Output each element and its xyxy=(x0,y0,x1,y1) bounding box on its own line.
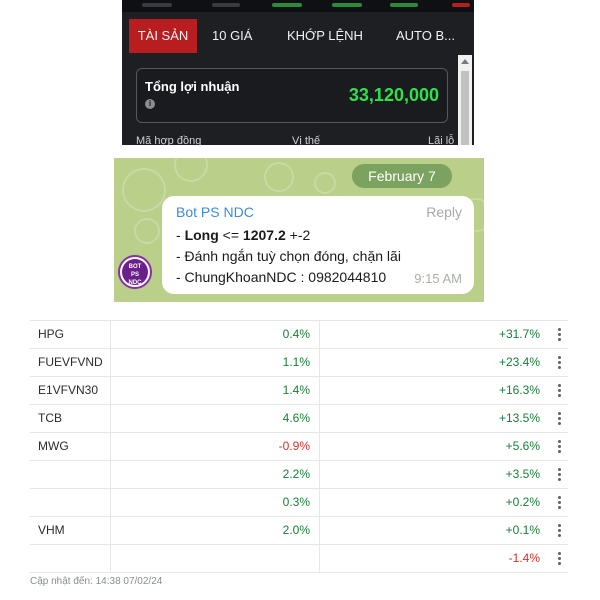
more-options-icon[interactable] xyxy=(558,412,562,426)
day-change: -0.9% xyxy=(278,439,310,453)
table-row[interactable]: TCB 4.6% +13.5% xyxy=(30,405,568,433)
info-icon[interactable]: i xyxy=(145,99,155,109)
total-change: +0.1% xyxy=(505,523,540,537)
avatar-logo: BOT PS NDC xyxy=(122,259,148,286)
scrollbar[interactable] xyxy=(458,55,472,145)
column-divider xyxy=(110,517,111,544)
more-options-icon[interactable] xyxy=(558,552,562,566)
table-row[interactable]: HPG 0.4% +31.7% xyxy=(30,320,568,349)
more-options-icon[interactable] xyxy=(558,496,562,510)
stock-symbol[interactable]: E1VFVN30 xyxy=(38,377,98,404)
more-options-icon[interactable] xyxy=(558,440,562,454)
total-change: +3.5% xyxy=(505,467,540,481)
date-separator: February 7 xyxy=(352,164,452,188)
tab-auto[interactable]: AUTO B... xyxy=(396,19,455,53)
last-updated-text: Cập nhật đến: 14:38 07/02/24 xyxy=(30,576,163,587)
day-change: 1.4% xyxy=(282,383,310,397)
more-options-icon[interactable] xyxy=(558,384,562,398)
column-divider xyxy=(110,433,111,460)
column-divider xyxy=(319,321,320,348)
message-line-contact: - ChungKhoanNDC : 0982044810 xyxy=(176,269,387,285)
column-divider xyxy=(110,349,111,376)
more-options-icon[interactable] xyxy=(558,356,562,370)
column-divider xyxy=(319,405,320,432)
column-divider xyxy=(110,405,111,432)
message-line-signal: - Long <= 1207.2 +-2 xyxy=(176,227,311,243)
column-divider xyxy=(319,517,320,544)
tab-bar: TÀI SẢN 10 GIÁ KHỚP LỆNH AUTO B... xyxy=(122,19,474,53)
tab-tai-san[interactable]: TÀI SẢN xyxy=(129,19,197,53)
day-change: 2.0% xyxy=(282,523,310,537)
more-options-icon[interactable] xyxy=(558,468,562,482)
top-status-strip xyxy=(122,0,474,12)
total-change: +13.5% xyxy=(498,411,540,425)
message-line-advice: - Đánh ngắn tuỳ chọn đóng, chặn lãi xyxy=(176,248,401,264)
message-time: 9:15 AM xyxy=(414,271,462,286)
day-change: 4.6% xyxy=(282,411,310,425)
total-change: +23.4% xyxy=(498,355,540,369)
more-options-icon[interactable] xyxy=(558,328,562,342)
bot-avatar[interactable]: BOT PS NDC xyxy=(118,255,152,289)
day-change: 0.4% xyxy=(282,327,310,341)
total-profit-label: Tổng lợi nhuận xyxy=(145,79,240,94)
background-doodle xyxy=(264,162,294,192)
table-row[interactable]: 0.3% +0.2% xyxy=(30,489,568,517)
column-divider xyxy=(110,321,111,348)
table-row[interactable]: VHM 2.0% +0.1% xyxy=(30,517,568,545)
column-divider xyxy=(319,461,320,488)
column-divider xyxy=(319,545,320,572)
table-row[interactable]: 2.2% +3.5% xyxy=(30,461,568,489)
stock-symbol[interactable]: VHM xyxy=(38,517,65,544)
message-sender[interactable]: Bot PS NDC xyxy=(176,204,254,220)
total-change: +31.7% xyxy=(498,327,540,341)
background-doodle xyxy=(122,168,166,212)
day-change: 0.3% xyxy=(282,495,310,509)
tab-khop-lenh[interactable]: KHỚP LỆNH xyxy=(287,19,363,53)
total-change: -1.4% xyxy=(508,551,540,565)
stock-symbol[interactable]: TCB xyxy=(38,405,62,432)
table-row[interactable]: MWG -0.9% +5.6% xyxy=(30,433,568,461)
total-profit-value: 33,120,000 xyxy=(348,85,439,105)
column-divider xyxy=(319,489,320,516)
column-divider xyxy=(110,489,111,516)
watchlist-table: HPG 0.4% +31.7% FUEVFVND 1.1% +23.4% E1VFVN30 1… xyxy=(30,320,568,573)
column-divider xyxy=(110,377,111,404)
total-profit-card: Tổng lợi nhuận i 33,120,000 xyxy=(136,68,448,123)
total-change: +5.6% xyxy=(505,439,540,453)
column-divider xyxy=(319,349,320,376)
table-row[interactable]: FUEVFVND 1.1% +23.4% xyxy=(30,349,568,377)
column-header-position: Vị thế xyxy=(292,135,321,145)
total-change: +16.3% xyxy=(498,383,540,397)
chat-panel: February 7 BOT PS NDC Bot PS NDC Reply - L… xyxy=(114,158,484,302)
day-change: 1.1% xyxy=(282,355,310,369)
column-divider xyxy=(110,545,111,572)
tab-10-gia[interactable]: 10 GIÁ xyxy=(212,19,252,53)
stock-symbol[interactable]: HPG xyxy=(38,321,64,348)
column-divider xyxy=(110,461,111,488)
message-bubble[interactable]: Bot PS NDC Reply - Long <= 1207.2 +-2 - … xyxy=(162,196,474,294)
scrollbar-thumb[interactable] xyxy=(461,71,469,145)
scroll-up-arrow-icon[interactable] xyxy=(461,59,469,64)
column-divider xyxy=(319,377,320,404)
total-change: +0.2% xyxy=(505,495,540,509)
table-row[interactable]: E1VFVN30 1.4% +16.3% xyxy=(30,377,568,405)
background-doodle xyxy=(134,218,160,244)
stock-symbol[interactable]: FUEVFVND xyxy=(38,349,103,376)
table-row[interactable]: -1.4% xyxy=(30,545,568,573)
day-change: 2.2% xyxy=(282,467,310,481)
reply-button[interactable]: Reply xyxy=(426,204,462,220)
stock-symbol[interactable]: MWG xyxy=(38,433,69,460)
trading-app-panel: TÀI SẢN 10 GIÁ KHỚP LỆNH AUTO B... Tổng … xyxy=(122,0,474,145)
more-options-icon[interactable] xyxy=(558,524,562,538)
background-doodle xyxy=(174,158,208,182)
column-header-pnl: Lãi lỗ xyxy=(428,135,455,145)
column-header-contract: Mã hợp đồng xyxy=(136,135,202,145)
background-doodle xyxy=(314,172,336,194)
column-divider xyxy=(319,433,320,460)
